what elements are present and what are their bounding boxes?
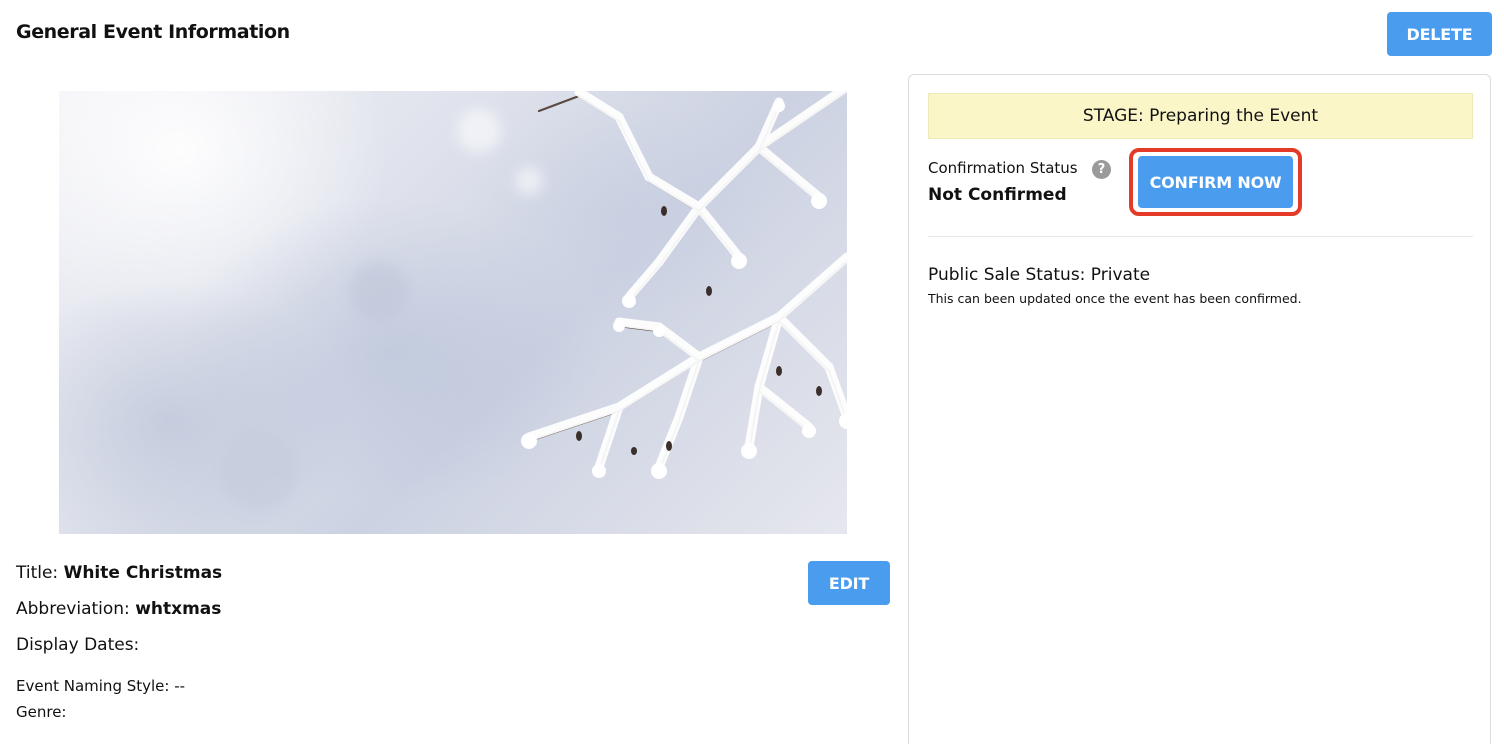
confirm-now-highlight: CONFIRM NOW <box>1129 148 1302 216</box>
snowy-branches-illustration <box>219 91 847 511</box>
divider <box>928 236 1473 237</box>
genre-label: Genre: <box>16 703 67 721</box>
stage-banner: STAGE: Preparing the Event <box>928 93 1473 139</box>
confirmation-status-label: Confirmation Status <box>928 159 1078 177</box>
naming-style-row: Event Naming Style: -- <box>16 677 185 695</box>
abbreviation-value: whtxmas <box>135 599 222 619</box>
event-hero-image <box>59 91 847 534</box>
question-circle-icon[interactable]: ? <box>1092 160 1111 179</box>
naming-style-value: -- <box>174 677 186 695</box>
abbreviation-row: Abbreviation: whtxmas <box>16 599 221 619</box>
edit-button[interactable]: EDIT <box>808 561 890 605</box>
genre-row: Genre: <box>16 703 66 721</box>
confirm-now-button[interactable]: CONFIRM NOW <box>1138 156 1293 208</box>
event-title-row: Title: White Christmas <box>16 563 222 583</box>
public-sale-status: Public Sale Status: Private <box>928 265 1151 285</box>
display-dates-row: Display Dates: <box>16 635 139 655</box>
confirmation-status-value: Not Confirmed <box>928 185 1067 205</box>
title-label: Title: <box>16 563 59 583</box>
title-value: White Christmas <box>63 563 223 583</box>
event-info-page: General Event Information DELETE Title: … <box>0 0 1504 744</box>
abbreviation-label: Abbreviation: <box>16 599 130 619</box>
page-title: General Event Information <box>16 21 290 43</box>
naming-style-label: Event Naming Style: <box>16 677 170 695</box>
delete-button[interactable]: DELETE <box>1387 12 1492 56</box>
display-dates-label: Display Dates: <box>16 635 140 655</box>
public-sale-note: This can been updated once the event has… <box>928 291 1302 306</box>
status-panel: STAGE: Preparing the Event Confirmation … <box>908 74 1491 744</box>
